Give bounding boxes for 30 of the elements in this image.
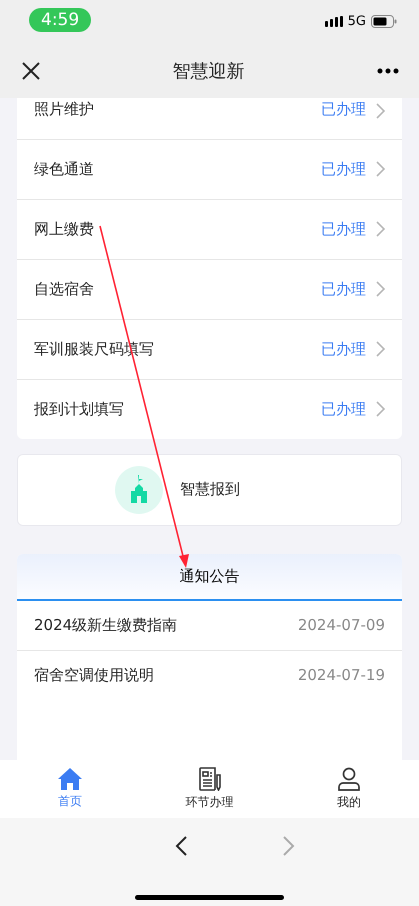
back-icon[interactable]	[174, 836, 186, 856]
tab-item[interactable]: 环节办理	[140, 760, 280, 818]
chevron-right-icon	[376, 102, 385, 119]
notices-header: 通知公告	[17, 554, 402, 601]
notice-row[interactable]: 2024级新生缴费指南 2024-07-09	[17, 600, 402, 651]
chevron-right-icon	[376, 221, 385, 238]
signal-icon	[324, 16, 343, 28]
status-time: 4:59	[29, 8, 92, 32]
battery-icon	[371, 15, 397, 28]
chevron-right-icon	[376, 401, 385, 418]
tab-item[interactable]: 我的	[279, 760, 419, 818]
home-icon	[58, 768, 82, 790]
step-row[interactable]: 网上缴费 已办理	[17, 200, 402, 260]
tab-item[interactable]: 首页	[0, 760, 140, 818]
step-row[interactable]: 自选宿舍 已办理	[17, 260, 402, 320]
document-pen-icon	[198, 766, 222, 791]
step-row[interactable]: 绿色通道 已办理	[17, 140, 402, 200]
step-row[interactable]: 照片维护 已办理	[17, 98, 402, 140]
user-icon	[337, 766, 362, 791]
page-title: 智慧迎新	[172, 60, 244, 83]
school-building-icon	[115, 466, 163, 514]
step-row[interactable]: 报到计划填写 已办理	[17, 380, 402, 439]
chevron-right-icon	[376, 161, 385, 178]
more-icon[interactable]	[377, 68, 399, 74]
chevron-right-icon	[376, 341, 385, 358]
notice-row[interactable]: 宿舍空调使用说明 2024-07-19	[17, 650, 402, 700]
checkin-card[interactable]: 智慧报到	[17, 454, 402, 526]
close-icon[interactable]	[22, 62, 40, 80]
chevron-right-icon	[376, 281, 385, 298]
network-label: 5G	[348, 14, 366, 30]
